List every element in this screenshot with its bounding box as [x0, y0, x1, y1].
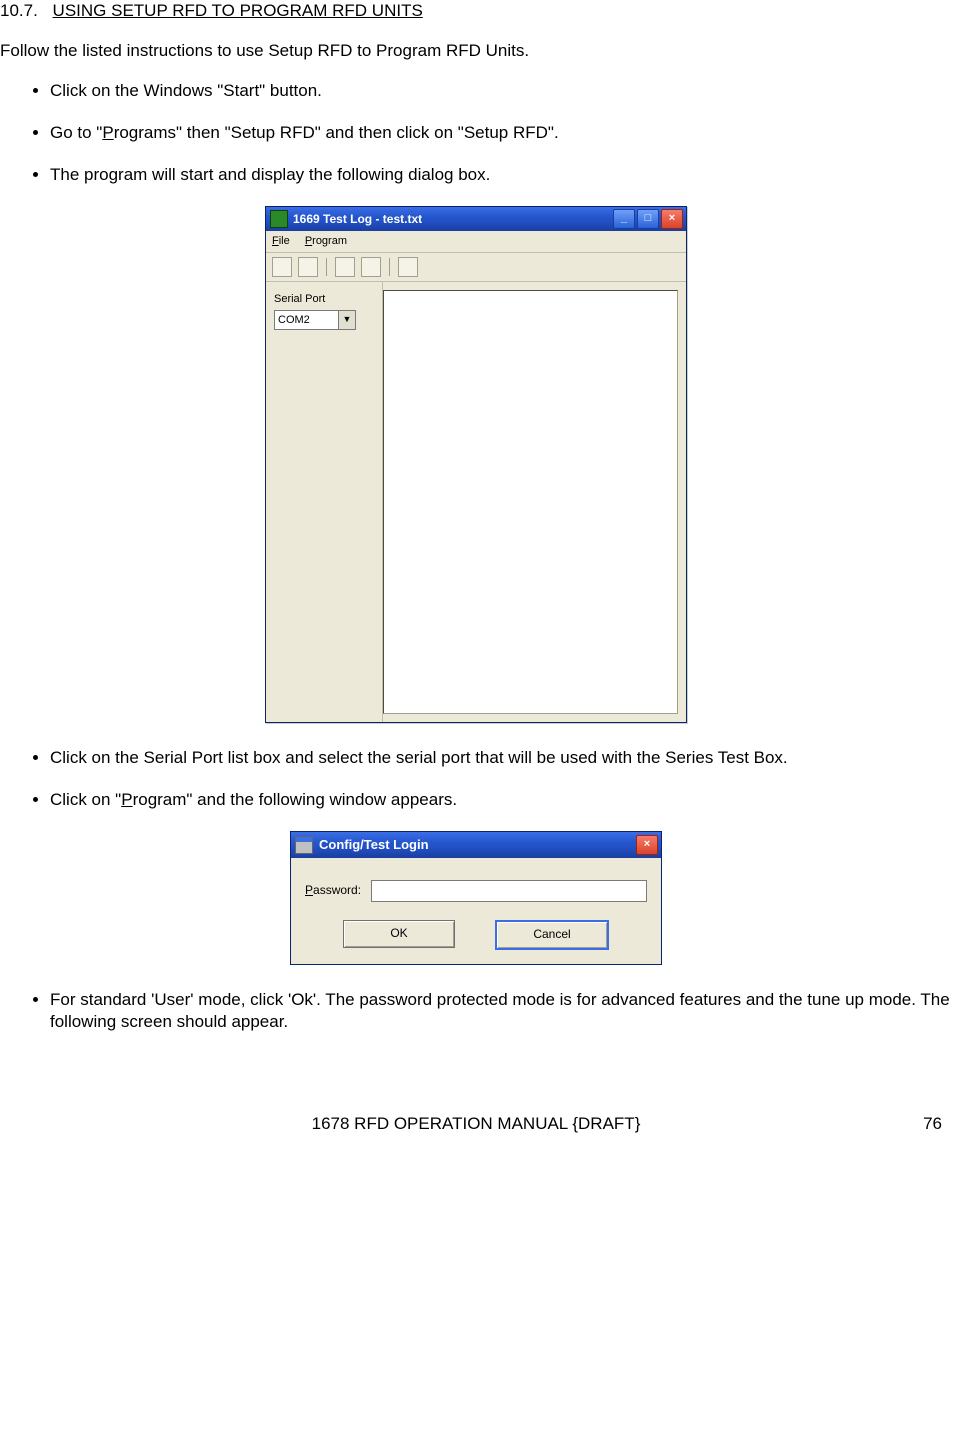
toolbar-button[interactable]	[335, 257, 355, 277]
form-icon	[295, 836, 313, 854]
toolbar-separator	[326, 258, 327, 276]
titlebar: 1669 Test Log - test.txt _ □ ×	[266, 207, 686, 231]
figure-test-log-window: 1669 Test Log - test.txt _ □ × File Prog…	[0, 206, 952, 722]
client-area: Password: OK Cancel	[291, 858, 661, 964]
list-item: Click on the Serial Port list box and se…	[50, 747, 952, 769]
list-item: The program will start and display the f…	[50, 164, 952, 186]
toolbar-separator	[389, 258, 390, 276]
titlebar: Config/Test Login ×	[291, 832, 661, 858]
menu-program[interactable]: Program	[305, 235, 347, 247]
window-test-log: 1669 Test Log - test.txt _ □ × File Prog…	[265, 206, 687, 722]
list-item: Click on the Windows "Start" button.	[50, 80, 952, 102]
list-item: Go to "Programs" then "Setup RFD" and th…	[50, 122, 952, 144]
window-config-login: Config/Test Login × Password: OK Cancel	[290, 831, 662, 965]
window-title: 1669 Test Log - test.txt	[293, 212, 613, 228]
list-item: For standard 'User' mode, click 'Ok'. Th…	[50, 989, 952, 1033]
section-title: USING SETUP RFD TO PROGRAM RFD UNITS	[53, 1, 423, 20]
log-textarea[interactable]	[383, 290, 678, 714]
side-panel: Serial Port COM2 ▼	[266, 282, 383, 722]
combo-value: COM2	[275, 313, 338, 327]
toolbar-button[interactable]	[298, 257, 318, 277]
instruction-list-mid: Click on the Serial Port list box and se…	[0, 747, 952, 811]
close-button[interactable]: ×	[636, 835, 658, 855]
toolbar	[266, 253, 686, 282]
minimize-button[interactable]: _	[613, 209, 635, 229]
section-heading: 10.7. USING SETUP RFD TO PROGRAM RFD UNI…	[0, 0, 952, 22]
list-item: Click on "Program" and the following win…	[50, 789, 952, 811]
section-number: 10.7.	[0, 0, 38, 22]
ok-button[interactable]: OK	[343, 920, 455, 948]
toolbar-button[interactable]	[398, 257, 418, 277]
maximize-button[interactable]: □	[637, 209, 659, 229]
app-icon	[270, 210, 288, 228]
window-title: Config/Test Login	[319, 837, 636, 854]
password-input[interactable]	[371, 880, 647, 902]
client-area: Serial Port COM2 ▼	[266, 282, 686, 722]
page-number: 76	[923, 1113, 942, 1135]
figure-login-window: Config/Test Login × Password: OK Cancel	[0, 831, 952, 965]
toolbar-button[interactable]	[361, 257, 381, 277]
footer-text: 1678 RFD OPERATION MANUAL {DRAFT}	[312, 1114, 641, 1133]
password-label: Password:	[305, 883, 361, 899]
instruction-list-top: Click on the Windows "Start" button. Go …	[0, 80, 952, 186]
instruction-list-bottom: For standard 'User' mode, click 'Ok'. Th…	[0, 989, 952, 1033]
serial-port-combo[interactable]: COM2 ▼	[274, 310, 356, 330]
menubar: File Program	[266, 231, 686, 252]
serial-port-label: Serial Port	[274, 292, 374, 306]
close-button[interactable]: ×	[661, 209, 683, 229]
chevron-down-icon[interactable]: ▼	[338, 311, 355, 329]
menu-file[interactable]: File	[272, 235, 290, 247]
intro-text: Follow the listed instructions to use Se…	[0, 40, 952, 62]
toolbar-button[interactable]	[272, 257, 292, 277]
page-footer: 1678 RFD OPERATION MANUAL {DRAFT} 76	[0, 1113, 952, 1135]
cancel-button[interactable]: Cancel	[495, 920, 609, 950]
